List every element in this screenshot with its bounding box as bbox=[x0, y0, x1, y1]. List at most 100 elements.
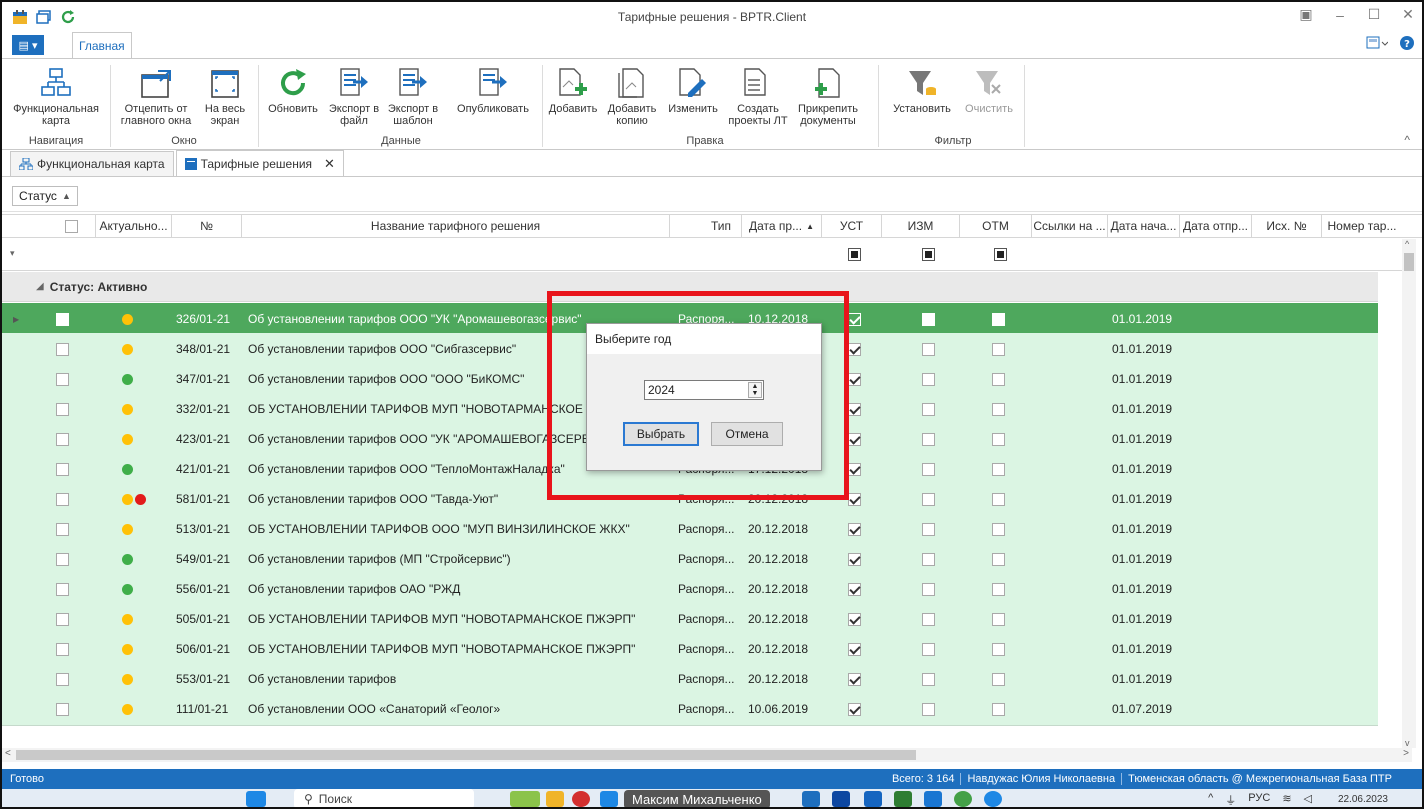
row-ust-cell[interactable] bbox=[848, 423, 868, 455]
row-select-checkbox[interactable] bbox=[56, 552, 69, 566]
group-chip-status[interactable]: Статус ▲ bbox=[12, 186, 78, 206]
row-select-checkbox[interactable] bbox=[56, 702, 69, 716]
export-file-button[interactable]: Экспорт в файл bbox=[328, 59, 380, 127]
row-izm-cell[interactable] bbox=[922, 453, 942, 485]
scroll-up-icon[interactable]: ^ bbox=[1405, 239, 1409, 249]
row-ust-cell[interactable] bbox=[848, 393, 868, 425]
row-ust-cell[interactable] bbox=[848, 603, 868, 635]
excel-icon[interactable] bbox=[894, 791, 912, 807]
filter-izm-checkbox[interactable] bbox=[922, 248, 935, 261]
app-icon[interactable] bbox=[600, 791, 618, 807]
row-ust-cell[interactable] bbox=[848, 483, 868, 515]
row-select-cell[interactable] bbox=[56, 483, 86, 515]
layout-dropdown-icon[interactable] bbox=[1366, 36, 1389, 53]
row-select-cell[interactable] bbox=[56, 423, 86, 455]
row-ust-cell[interactable] bbox=[848, 633, 868, 665]
header-izm[interactable]: ИЗМ bbox=[882, 215, 960, 237]
row-select-checkbox[interactable] bbox=[56, 492, 69, 506]
row-otm-checkbox[interactable] bbox=[992, 462, 1005, 476]
collapse-group-icon[interactable]: ◢ bbox=[36, 281, 44, 292]
row-otm-cell[interactable] bbox=[992, 663, 1012, 695]
row-izm-cell[interactable] bbox=[922, 363, 942, 395]
row-ust-cell[interactable] bbox=[848, 573, 868, 605]
row-izm-checkbox[interactable] bbox=[922, 642, 935, 656]
row-otm-cell[interactable] bbox=[992, 423, 1012, 455]
header-num[interactable]: № bbox=[172, 215, 242, 237]
close-tab-icon[interactable]: ✕ bbox=[324, 156, 335, 172]
tab-main[interactable]: Главная bbox=[72, 32, 132, 58]
row-ust-checkbox[interactable] bbox=[848, 582, 861, 596]
row-izm-cell[interactable] bbox=[922, 543, 942, 575]
table-row[interactable]: 513/01-21 ОБ УСТАНОВЛЕНИИ ТАРИФОВ ООО "МУ… bbox=[2, 513, 1378, 546]
row-izm-checkbox[interactable] bbox=[922, 672, 935, 686]
app-icon[interactable] bbox=[924, 791, 942, 807]
row-otm-checkbox[interactable] bbox=[992, 702, 1005, 716]
header-name[interactable]: Название тарифного решения bbox=[242, 215, 670, 237]
volume-icon[interactable]: ◁ bbox=[1304, 792, 1312, 807]
taskbar-date[interactable]: 22.06.2023 bbox=[1338, 794, 1388, 805]
row-select-cell[interactable] bbox=[56, 333, 86, 365]
row-ust-checkbox[interactable] bbox=[848, 612, 861, 626]
row-otm-checkbox[interactable] bbox=[992, 582, 1005, 596]
row-otm-checkbox[interactable] bbox=[992, 492, 1005, 506]
row-select-cell[interactable] bbox=[56, 453, 86, 485]
opera-icon[interactable] bbox=[572, 791, 590, 807]
header-date-start[interactable]: Дата нача... bbox=[1108, 215, 1180, 237]
restore-ribbon-icon[interactable]: ▣ bbox=[1298, 6, 1314, 23]
header-otm[interactable]: ОТМ bbox=[960, 215, 1032, 237]
row-select-cell[interactable] bbox=[56, 543, 86, 575]
create-lt-button[interactable]: Создать проекты ЛТ bbox=[728, 59, 788, 127]
row-otm-cell[interactable] bbox=[992, 483, 1012, 515]
row-izm-cell[interactable] bbox=[922, 633, 942, 665]
row-otm-cell[interactable] bbox=[992, 543, 1012, 575]
row-ust-checkbox[interactable] bbox=[848, 522, 861, 536]
taskbar-user-app[interactable]: Максим Михальченко bbox=[624, 790, 770, 807]
tab-tariff-decisions[interactable]: Тарифные решения ✕ bbox=[175, 150, 344, 176]
row-ust-checkbox[interactable] bbox=[848, 702, 861, 716]
row-select-checkbox[interactable] bbox=[56, 342, 69, 356]
edit-button[interactable]: Изменить bbox=[664, 59, 722, 115]
app-icon[interactable] bbox=[802, 791, 820, 807]
vertical-scroll-thumb[interactable] bbox=[1404, 253, 1414, 271]
scroll-left-icon[interactable]: < bbox=[5, 748, 11, 759]
row-ust-checkbox[interactable] bbox=[848, 402, 861, 416]
table-row[interactable]: 506/01-21 ОБ УСТАНОВЛЕНИИ ТАРИФОВ МУП "НО… bbox=[2, 633, 1378, 666]
row-ust-cell[interactable] bbox=[848, 663, 868, 695]
row-ust-checkbox[interactable] bbox=[848, 492, 861, 506]
window-stack-icon[interactable] bbox=[36, 9, 52, 25]
row-select-cell[interactable] bbox=[56, 603, 86, 635]
row-izm-checkbox[interactable] bbox=[922, 312, 935, 326]
maximize-button[interactable]: ☐ bbox=[1366, 6, 1382, 23]
row-otm-checkbox[interactable] bbox=[992, 552, 1005, 566]
set-filter-button[interactable]: Установить bbox=[886, 59, 958, 115]
app-icon[interactable] bbox=[954, 791, 972, 807]
add-button[interactable]: Добавить bbox=[546, 59, 600, 115]
export-template-button[interactable]: Экспорт в шаблон bbox=[384, 59, 442, 127]
row-izm-checkbox[interactable] bbox=[922, 372, 935, 386]
horizontal-scrollbar[interactable]: < > bbox=[2, 748, 1412, 762]
help-icon[interactable]: ? bbox=[1400, 36, 1414, 53]
row-izm-cell[interactable] bbox=[922, 333, 942, 365]
table-row[interactable]: 549/01-21 Об установлении тарифов (МП "Ст… bbox=[2, 543, 1378, 576]
scroll-right-icon[interactable]: > bbox=[1403, 748, 1409, 759]
row-select-checkbox[interactable] bbox=[56, 312, 69, 326]
row-otm-checkbox[interactable] bbox=[992, 612, 1005, 626]
header-links[interactable]: Ссылки на ... bbox=[1032, 215, 1108, 237]
row-select-cell[interactable] bbox=[56, 693, 86, 725]
row-ust-cell[interactable] bbox=[848, 543, 868, 575]
row-select-checkbox[interactable] bbox=[56, 432, 69, 446]
row-ust-checkbox[interactable] bbox=[848, 462, 861, 476]
row-otm-checkbox[interactable] bbox=[992, 522, 1005, 536]
row-select-cell[interactable] bbox=[56, 663, 86, 695]
header-tar-num[interactable]: Номер тар... bbox=[1322, 215, 1402, 237]
row-ust-checkbox[interactable] bbox=[848, 372, 861, 386]
taskbar-search[interactable]: ⚲ Поиск bbox=[294, 789, 474, 807]
app-icon[interactable] bbox=[864, 791, 882, 807]
horizontal-scroll-thumb[interactable] bbox=[16, 750, 916, 760]
row-otm-cell[interactable] bbox=[992, 603, 1012, 635]
row-otm-checkbox[interactable] bbox=[992, 432, 1005, 446]
row-izm-checkbox[interactable] bbox=[922, 582, 935, 596]
row-izm-cell[interactable] bbox=[922, 483, 942, 515]
row-otm-checkbox[interactable] bbox=[992, 672, 1005, 686]
windows-start-icon[interactable] bbox=[246, 791, 266, 807]
